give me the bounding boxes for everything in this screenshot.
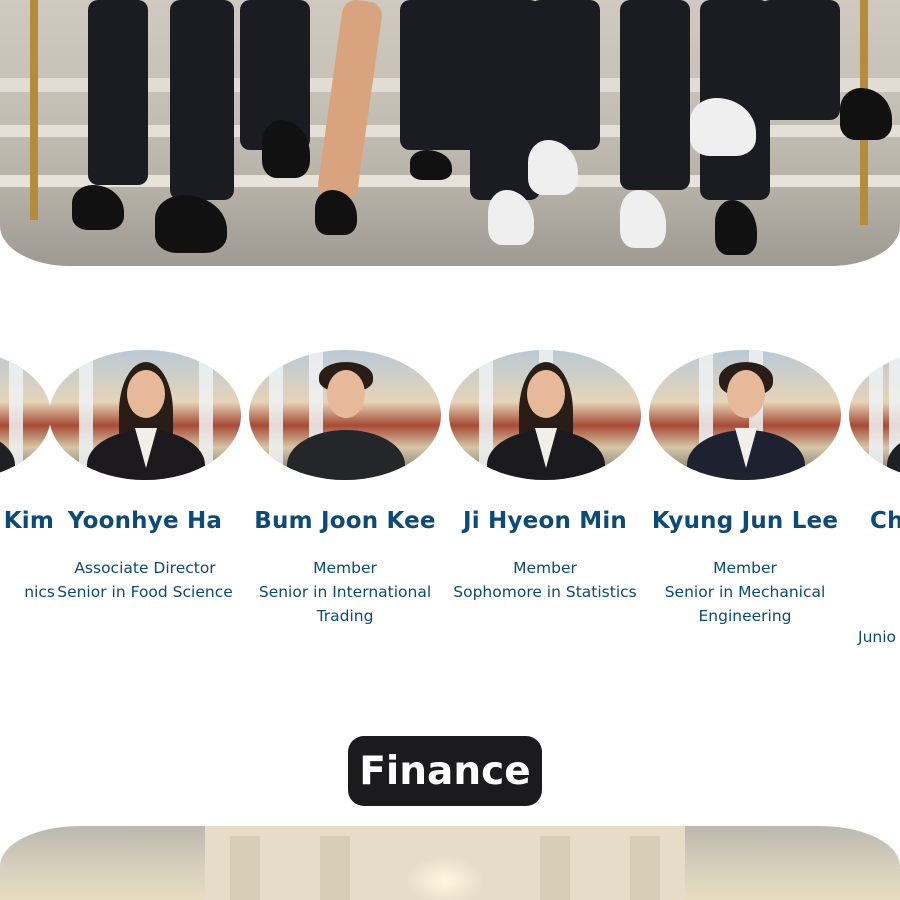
member-carousel[interactable]: Kim nics Yoonhye Ha Associate Director S… (0, 340, 900, 670)
member-photo (0, 350, 51, 480)
member-major: Senior in Food Science (57, 583, 233, 601)
member-card[interactable]: Kyung Jun Lee Member Senior in Mechanica… (645, 340, 845, 628)
member-major-continued: Junio (858, 628, 897, 646)
member-name: Kyung Jun Lee (651, 508, 839, 534)
team-group-photo (0, 0, 900, 266)
member-role: Member (313, 559, 377, 577)
member-photo (849, 350, 900, 480)
member-photo (449, 350, 641, 480)
member-major-continued: Engineering (698, 607, 792, 625)
member-role: Associate Director (74, 559, 216, 577)
member-name: Bum Joon Kee (254, 508, 436, 534)
member-major-continued: Trading (316, 607, 374, 625)
member-card[interactable]: Bum Joon Kee Member Senior in Internatio… (245, 340, 445, 628)
section-title-finance: Finance (348, 736, 542, 806)
member-card[interactable]: Ji Hyeon Min Member Sophomore in Statist… (445, 340, 645, 604)
member-name: Ji Hyeon Min (462, 508, 628, 534)
member-role: Member (713, 559, 777, 577)
member-major: Senior in Mechanical (664, 583, 826, 601)
member-role: Member (513, 559, 577, 577)
member-card[interactable]: Ch Junio (845, 340, 900, 649)
finance-section-photo (0, 826, 900, 900)
member-photo (49, 350, 241, 480)
member-name: Ch (870, 508, 900, 534)
member-major: Senior in International (258, 583, 432, 601)
member-name: Yoonhye Ha (67, 508, 223, 534)
member-role (845, 556, 900, 580)
member-card[interactable]: Yoonhye Ha Associate Director Senior in … (45, 340, 245, 604)
member-photo (249, 350, 441, 480)
member-photo (649, 350, 841, 480)
member-major: Sophomore in Statistics (453, 583, 637, 601)
member-major (845, 580, 900, 604)
